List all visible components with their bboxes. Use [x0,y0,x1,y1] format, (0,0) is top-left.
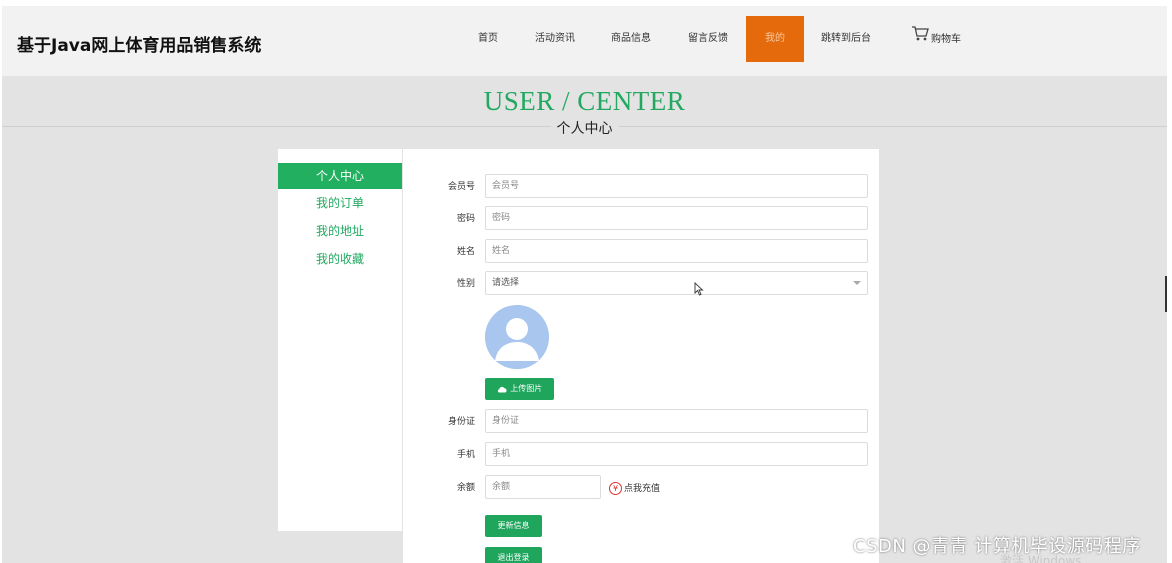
page-title-cn-text: 个人中心 [550,121,619,137]
page-title-cn: 个人中心 [2,118,1167,138]
id-card-label: 身份证 [447,417,475,427]
logout-button[interactable]: 退出登录 [485,547,542,563]
site-title: 基于Java网上体育用品销售系统 [17,36,262,56]
mouse-cursor-icon [694,281,704,301]
yen-icon: ¥ [609,482,622,495]
gender-row: 性别 请选择 [403,271,879,295]
top-navbar: 基于Java网上体育用品销售系统 首页 活动资讯 商品信息 留言反馈 我的 跳转… [2,6,1167,76]
password-label: 密码 [456,214,475,224]
chevron-down-icon [853,281,861,285]
upload-image-label: 上传图片 [510,384,543,393]
gender-select[interactable]: 请选择 [485,271,868,295]
profile-form-panel: 会员号 密码 姓名 性别 请选择 [403,149,879,563]
page-title-en: USER / CENTER [483,86,686,116]
password-row: 密码 [403,206,879,230]
nav-cart-label: 购物车 [931,34,961,45]
gender-label: 性别 [456,279,475,289]
password-input[interactable] [485,206,868,230]
update-info-button[interactable]: 更新信息 [485,515,542,537]
balance-label: 余额 [456,483,475,493]
nav-item-news[interactable]: 活动资讯 [532,16,578,62]
sidebar-item-address[interactable]: 我的地址 [278,217,402,245]
cart-icon [911,16,929,62]
user-avatar-icon [485,305,549,369]
sidebar-item-profile[interactable]: 个人中心 [278,163,402,189]
recharge-label: 点我充值 [624,484,661,494]
member-no-input[interactable] [485,174,868,198]
recharge-link[interactable]: ¥ 点我充值 [609,481,660,495]
gender-select-value: 请选择 [492,278,520,288]
id-card-row: 身份证 [403,409,879,433]
nav-item-mine[interactable]: 我的 [746,16,804,62]
avatar [485,305,549,369]
member-no-label: 会员号 [447,182,475,192]
user-sidebar: 个人中心 我的订单 我的地址 我的收藏 [278,149,402,531]
scrollbar-thumb[interactable] [1165,276,1167,312]
cloud-upload-icon [497,384,511,393]
nav-item-products[interactable]: 商品信息 [608,16,654,62]
sidebar-item-favorites[interactable]: 我的收藏 [278,245,402,273]
name-row: 姓名 [403,239,879,263]
phone-row: 手机 [403,442,879,466]
balance-input[interactable] [485,475,601,499]
sidebar-item-orders[interactable]: 我的订单 [278,189,402,217]
name-input[interactable] [485,239,868,263]
name-label: 姓名 [456,247,475,257]
nav-item-cart[interactable]: 购物车 [906,16,966,62]
id-card-input[interactable] [485,409,868,433]
upload-image-button[interactable]: 上传图片 [485,378,554,400]
member-no-row: 会员号 [403,174,879,198]
nav-item-home[interactable]: 首页 [472,16,504,62]
balance-row: 余额 ¥点我充值 [403,475,879,499]
nav-item-admin[interactable]: 跳转到后台 [818,16,874,62]
csdn-watermark: CSDN @青青 计算机毕设源码程序 [853,536,1141,557]
phone-label: 手机 [456,450,475,460]
browser-viewport: 基于Java网上体育用品销售系统 首页 活动资讯 商品信息 留言反馈 我的 跳转… [2,6,1167,563]
phone-input[interactable] [485,442,868,466]
nav-item-feedback[interactable]: 留言反馈 [685,16,731,62]
